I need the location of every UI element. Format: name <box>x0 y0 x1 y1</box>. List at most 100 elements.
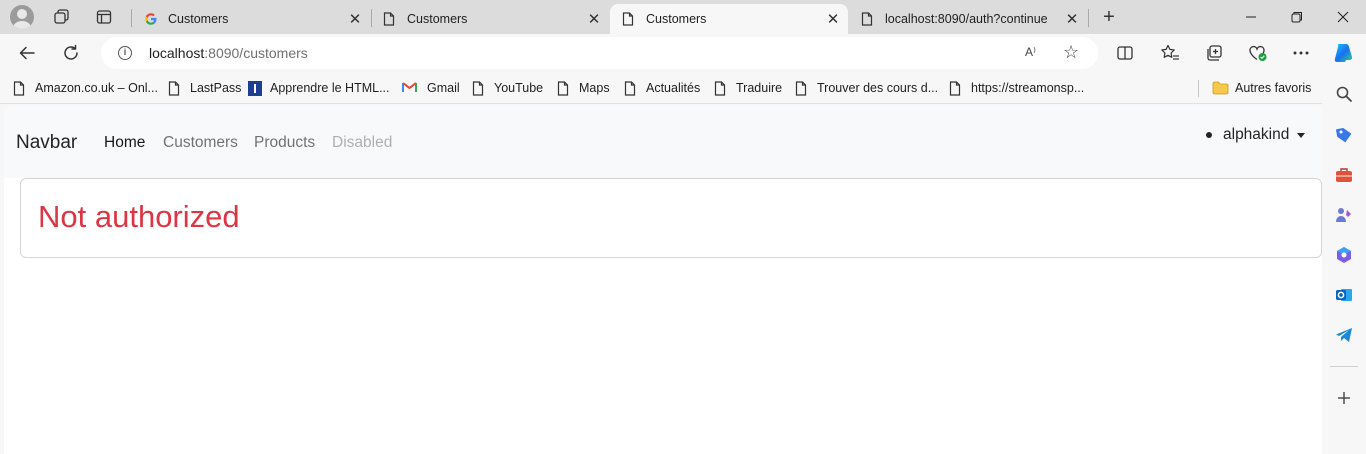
bookmark-amazon[interactable]: Amazon.co.uk – Onl... <box>13 79 158 97</box>
favorites-divider <box>1198 80 1199 97</box>
tab-customers-active[interactable]: Customers ✕ <box>610 4 848 34</box>
refresh-button[interactable] <box>58 40 84 66</box>
url-text[interactable]: localhost:8090/customers <box>149 45 308 61</box>
games-icon[interactable] <box>1333 204 1355 226</box>
bookmark-streamonsp[interactable]: https://streamonsp... <box>949 79 1084 97</box>
page-icon <box>557 80 569 96</box>
page-icon <box>622 12 634 26</box>
bookmark-label: Apprendre le HTML... <box>270 81 390 95</box>
page-icon <box>624 80 636 96</box>
bookmark-maps[interactable]: Maps <box>557 79 610 97</box>
sidebar-divider <box>1330 366 1358 367</box>
page-icon <box>472 80 484 96</box>
add-sidebar-app-icon[interactable] <box>1333 387 1355 409</box>
edge-sidebar <box>1322 72 1366 454</box>
address-toolbar: i localhost:8090/customers A⁾ ☆ <box>0 34 1366 72</box>
other-favorites-folder[interactable]: Autres favoris <box>1212 79 1311 97</box>
page-icon <box>383 12 395 26</box>
nav-link-customers[interactable]: Customers <box>163 134 238 152</box>
list-bullet <box>1206 132 1212 138</box>
user-dropdown[interactable]: alphakind <box>1206 125 1306 145</box>
page-icon <box>795 80 807 96</box>
search-icon[interactable] <box>1333 83 1355 105</box>
tab-title: Customers <box>168 12 229 26</box>
copilot-icon[interactable] <box>1330 40 1356 66</box>
collections-icon[interactable] <box>1201 40 1227 66</box>
minimize-button[interactable] <box>1228 0 1274 34</box>
new-tab-button[interactable]: + <box>1097 5 1121 29</box>
url-host: localhost <box>149 45 205 61</box>
favorites-bar: Amazon.co.uk – Onl... LastPass Apprendre… <box>0 72 1322 104</box>
back-button[interactable] <box>14 40 40 66</box>
close-icon[interactable]: ✕ <box>346 10 364 28</box>
bookmark-label: Amazon.co.uk – Onl... <box>35 81 158 95</box>
bookmark-gmail[interactable]: Gmail <box>402 79 460 97</box>
close-icon[interactable]: ✕ <box>824 10 842 28</box>
tab-title: Customers <box>407 12 468 26</box>
telegram-send-icon[interactable] <box>1333 324 1355 346</box>
bookmark-actualites[interactable]: Actualités <box>624 79 700 97</box>
page-viewport: Navbar Home Customers Products Disabled … <box>4 105 1322 454</box>
bookmark-label: Trouver des cours d... <box>817 81 939 95</box>
vertical-tabs-icon[interactable] <box>92 5 116 29</box>
profile-avatar-icon[interactable] <box>10 5 34 29</box>
page-icon <box>13 80 25 96</box>
username: alphakind <box>1223 126 1290 143</box>
nav-link-disabled: Disabled <box>332 134 393 151</box>
bookmark-traduire[interactable]: Traduire <box>714 79 782 97</box>
browser-essentials-icon[interactable] <box>1245 40 1271 66</box>
close-window-button[interactable] <box>1320 0 1366 34</box>
tab-strip: Customers ✕ Customers ✕ Customers ✕ loca… <box>0 0 1366 34</box>
nav-link-products[interactable]: Products <box>254 134 315 152</box>
gmail-icon <box>402 81 417 96</box>
page-icon <box>861 12 873 26</box>
bookmark-trouver-cours[interactable]: Trouver des cours d... <box>795 79 938 97</box>
bookmark-label: Gmail <box>427 81 460 95</box>
tools-briefcase-icon[interactable] <box>1333 164 1355 186</box>
bookmark-label: Autres favoris <box>1235 81 1312 95</box>
page-icon <box>168 80 180 96</box>
tab-separator <box>1088 9 1089 27</box>
bookmark-youtube[interactable]: YouTube <box>472 79 543 97</box>
bookmark-label: YouTube <box>494 81 544 95</box>
shopping-tag-icon[interactable] <box>1333 124 1355 146</box>
bookmark-label: Maps <box>579 81 610 95</box>
tab-customers-2[interactable]: Customers ✕ <box>371 4 609 34</box>
url-path: :8090/customers <box>204 45 308 61</box>
bookmark-label: Actualités <box>646 81 701 95</box>
address-bar[interactable]: i localhost:8090/customers A⁾ ☆ <box>101 37 1098 69</box>
tab-auth[interactable]: localhost:8090/auth?continue ✕ <box>849 4 1087 34</box>
auth-alert-card: Not authorized <box>20 178 1322 258</box>
bookmark-label: LastPass <box>190 81 242 95</box>
tab-title: Customers <box>646 12 707 26</box>
i-logo-icon <box>248 80 262 96</box>
site-info-icon[interactable]: i <box>118 46 132 60</box>
bookmark-apprendre-html[interactable]: Apprendre le HTML... <box>248 79 390 97</box>
bookmark-lastpass[interactable]: LastPass <box>168 79 241 97</box>
bookmark-label: https://streamonsp... <box>971 81 1085 95</box>
google-icon <box>144 12 157 26</box>
page-icon <box>714 80 726 96</box>
nav-link-home[interactable]: Home <box>104 134 145 152</box>
caret-down-icon <box>1297 132 1306 138</box>
not-authorized-message: Not authorized <box>38 199 240 234</box>
tab-customers-1[interactable]: Customers ✕ <box>132 4 370 34</box>
folder-icon <box>1212 81 1229 96</box>
add-favorite-star-icon[interactable]: ☆ <box>1063 42 1079 63</box>
microsoft-365-icon[interactable] <box>1333 244 1355 266</box>
workspaces-icon[interactable] <box>50 5 74 29</box>
restore-button[interactable] <box>1274 0 1320 34</box>
read-aloud-icon[interactable]: A⁾ <box>1025 45 1036 59</box>
browser-window: Customers ✕ Customers ✕ Customers ✕ loca… <box>0 0 1366 454</box>
bookmark-label: Traduire <box>736 81 783 95</box>
site-navbar: Navbar Home Customers Products Disabled … <box>4 105 1322 178</box>
navbar-brand[interactable]: Navbar <box>16 132 77 154</box>
outlook-icon[interactable] <box>1333 284 1355 306</box>
tab-title: localhost:8090/auth?continue <box>885 12 1048 26</box>
close-icon[interactable]: ✕ <box>585 10 603 28</box>
more-menu-icon[interactable] <box>1288 40 1314 66</box>
close-icon[interactable]: ✕ <box>1063 10 1081 28</box>
split-screen-icon[interactable] <box>1112 40 1138 66</box>
favorites-icon[interactable] <box>1157 40 1183 66</box>
page-icon <box>949 80 961 96</box>
